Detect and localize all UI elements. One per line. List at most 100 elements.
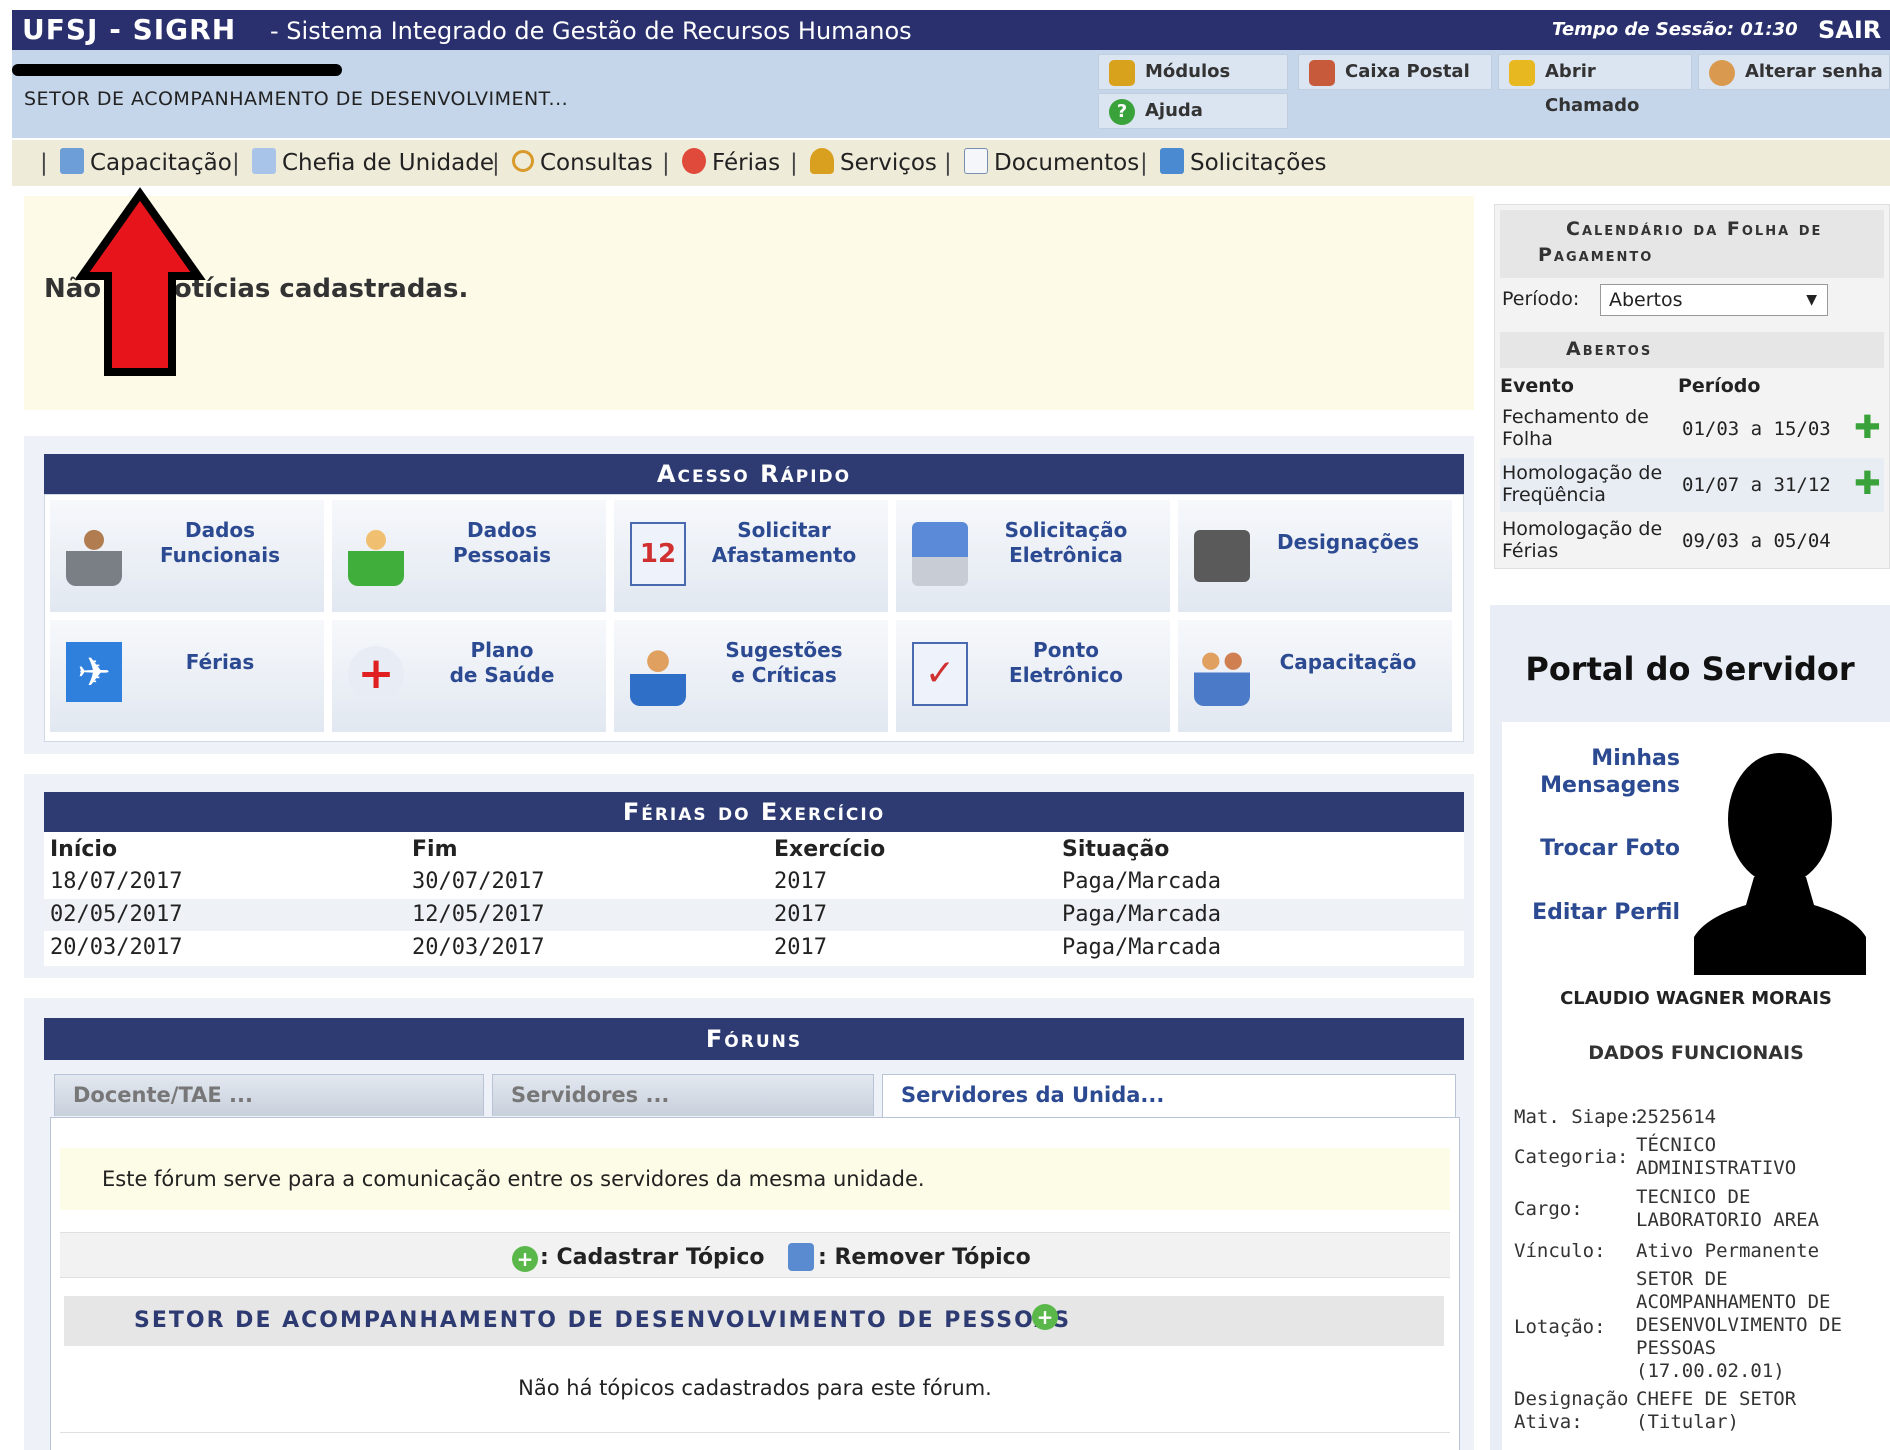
col-periodo: Período (1678, 375, 1761, 397)
plus-icon[interactable]: ✚ (1854, 467, 1881, 499)
vacation-title: Férias do Exercício (44, 792, 1464, 832)
employee-icon (66, 522, 122, 586)
event-period: 01/07 a 31/12 (1682, 474, 1831, 496)
menu-item-capacitacao[interactable]: Capacitação (60, 140, 232, 186)
field-label: Lotação: (1514, 1316, 1606, 1338)
modules-button[interactable]: Módulos (1098, 54, 1288, 90)
period-label: Período: (1502, 288, 1580, 310)
change-photo-link[interactable]: Trocar Foto (1500, 836, 1680, 861)
change-password-button[interactable]: Alterar senha (1698, 54, 1890, 90)
menu-item-ferias[interactable]: Férias (682, 140, 780, 186)
add-circle-icon[interactable]: + (512, 1246, 538, 1272)
open-ticket-button[interactable]: Abrir Chamado (1498, 54, 1692, 116)
lifebuoy-icon (682, 147, 706, 174)
menu-label: Chefia de Unidade (282, 150, 494, 176)
system-subtitle: - Sistema Integrado de Gestão de Recurso… (270, 17, 912, 45)
menu-item-documentos[interactable]: Documentos (964, 140, 1139, 186)
health-cross-icon: + (348, 646, 404, 702)
tile-dados-pessoais[interactable]: Dados Pessoais (332, 500, 606, 612)
profile-photo (1694, 737, 1866, 975)
airplane-icon: ✈ (66, 642, 122, 702)
support-agent-icon (630, 642, 686, 706)
event-name: Fechamento de Folha (1502, 406, 1649, 450)
menu-item-chefia[interactable]: Chefia de Unidade (252, 140, 494, 186)
event-period: 01/03 a 15/03 (1682, 418, 1831, 440)
field-label: Designação Ativa: (1514, 1388, 1629, 1433)
field-value: TÉCNICO ADMINISTRATIVO (1636, 1134, 1797, 1179)
tile-sugestoes-criticas[interactable]: Sugestões e Críticas (614, 620, 888, 732)
tile-label: Ponto Eletrônico (1009, 638, 1123, 687)
mailbox-icon (1309, 60, 1335, 86)
field-label: Vínculo: (1514, 1240, 1606, 1262)
session-timer: Tempo de Sessão: 01:30 (1552, 19, 1798, 40)
tile-label: Solicitação Eletrônica (1004, 518, 1128, 567)
tile-label: Capacitação (1279, 650, 1417, 674)
tile-ferias[interactable]: ✈ Férias (50, 620, 324, 732)
col-evento: Evento (1500, 375, 1574, 397)
calendar-title-2: Pagamento (1538, 244, 1654, 266)
system-title: UFSJ - SIGRH (22, 13, 237, 46)
tile-capacitacao[interactable]: Capacitação (1178, 620, 1452, 732)
edit-profile-link[interactable]: Editar Perfil (1500, 900, 1680, 925)
cell: Paga/Marcada (1062, 869, 1221, 894)
cell: 12/05/2017 (412, 902, 545, 927)
plus-icon[interactable]: ✚ (1854, 411, 1881, 443)
open-section-header (1500, 332, 1884, 368)
user-sector: SETOR DE ACOMPANHAMENTO DE DESENVOLVIMEN… (24, 88, 569, 110)
tile-dados-funcionais[interactable]: Dados Funcionais (50, 500, 324, 612)
tile-solicitar-afastamento[interactable]: 12 Solicitar Afastamento (614, 500, 888, 612)
trash-icon[interactable] (788, 1243, 814, 1271)
tab-servidores[interactable]: Servidores ... (492, 1074, 874, 1116)
tile-plano-saude[interactable]: + Plano de Saúde (332, 620, 606, 732)
menu-item-servicos[interactable]: Serviços (810, 140, 937, 186)
open-section-title: Abertos (1566, 338, 1653, 360)
calendar-icon: 12 (630, 522, 686, 586)
add-topic-label: : Cadastrar Tópico (540, 1245, 765, 1270)
cell: 20/03/2017 (412, 935, 545, 960)
table-row: 02/05/2017 12/05/2017 2017 Paga/Marcada (44, 899, 1464, 931)
help-button[interactable]: ? Ajuda (1098, 93, 1288, 129)
tab-servidores-unidade[interactable]: Servidores da Unida... (882, 1074, 1456, 1118)
group-icon (1194, 642, 1250, 706)
field-label: Mat. Siape: (1514, 1106, 1640, 1128)
period-select[interactable]: Abertos ▼ (1600, 284, 1828, 316)
tile-solicitacao-eletronica[interactable]: Solicitação Eletrônica (896, 500, 1170, 612)
logout-button[interactable]: SAIR (1818, 10, 1881, 50)
tile-label: Dados Pessoais (452, 518, 552, 567)
pencil-doc-icon (60, 147, 84, 174)
mailbox-label: Caixa Postal (1345, 61, 1470, 82)
magnifier-icon (512, 149, 534, 172)
tile-designacoes[interactable]: Designações (1178, 500, 1452, 612)
no-topics-message: Não há tópicos cadastrados para este fór… (518, 1376, 992, 1400)
event-period: 09/03 a 05/04 (1682, 530, 1831, 552)
menu-label: Documentos (994, 150, 1140, 176)
cell: 2017 (774, 935, 827, 960)
user-key-icon (1709, 60, 1735, 86)
event-name: Homologação de Férias (1502, 518, 1663, 562)
menu-separator: | (1140, 150, 1148, 176)
menu-item-consultas[interactable]: Consultas (512, 140, 653, 186)
tab-docente-tae[interactable]: Docente/TAE ... (54, 1074, 484, 1116)
menu-label: Férias (712, 150, 781, 176)
quick-access-title: Acesso Rápido (44, 454, 1464, 494)
tile-label: Dados Funcionais (159, 518, 281, 567)
col-situacao: Situação (1062, 837, 1170, 862)
mailbox-button[interactable]: Caixa Postal (1298, 54, 1492, 90)
remove-topic-label: : Remover Tópico (818, 1245, 1031, 1270)
divider (60, 1432, 1450, 1433)
redaction-bar (12, 64, 342, 76)
field-value: CHEFE DE SETOR (Titular) (1636, 1388, 1797, 1433)
person-green-icon (348, 522, 404, 586)
tile-ponto-eletronico[interactable]: ✓ Ponto Eletrônico (896, 620, 1170, 732)
field-label: Categoria: (1514, 1146, 1629, 1168)
menu-separator: | (232, 150, 240, 176)
tile-label: Férias (185, 650, 255, 674)
my-messages-link[interactable]: Minhas Mensagens (1500, 745, 1680, 799)
menu-item-solicitacoes[interactable]: Solicitações (1160, 140, 1326, 186)
forum-description: Este fórum serve para a comunicação entr… (60, 1148, 1450, 1210)
add-topic-icon[interactable]: + (1032, 1304, 1058, 1330)
field-value: 2525614 (1636, 1106, 1717, 1128)
help-icon: ? (1109, 99, 1135, 125)
checklist-icon: ✓ (912, 642, 968, 706)
menu-separator: | (40, 150, 48, 176)
